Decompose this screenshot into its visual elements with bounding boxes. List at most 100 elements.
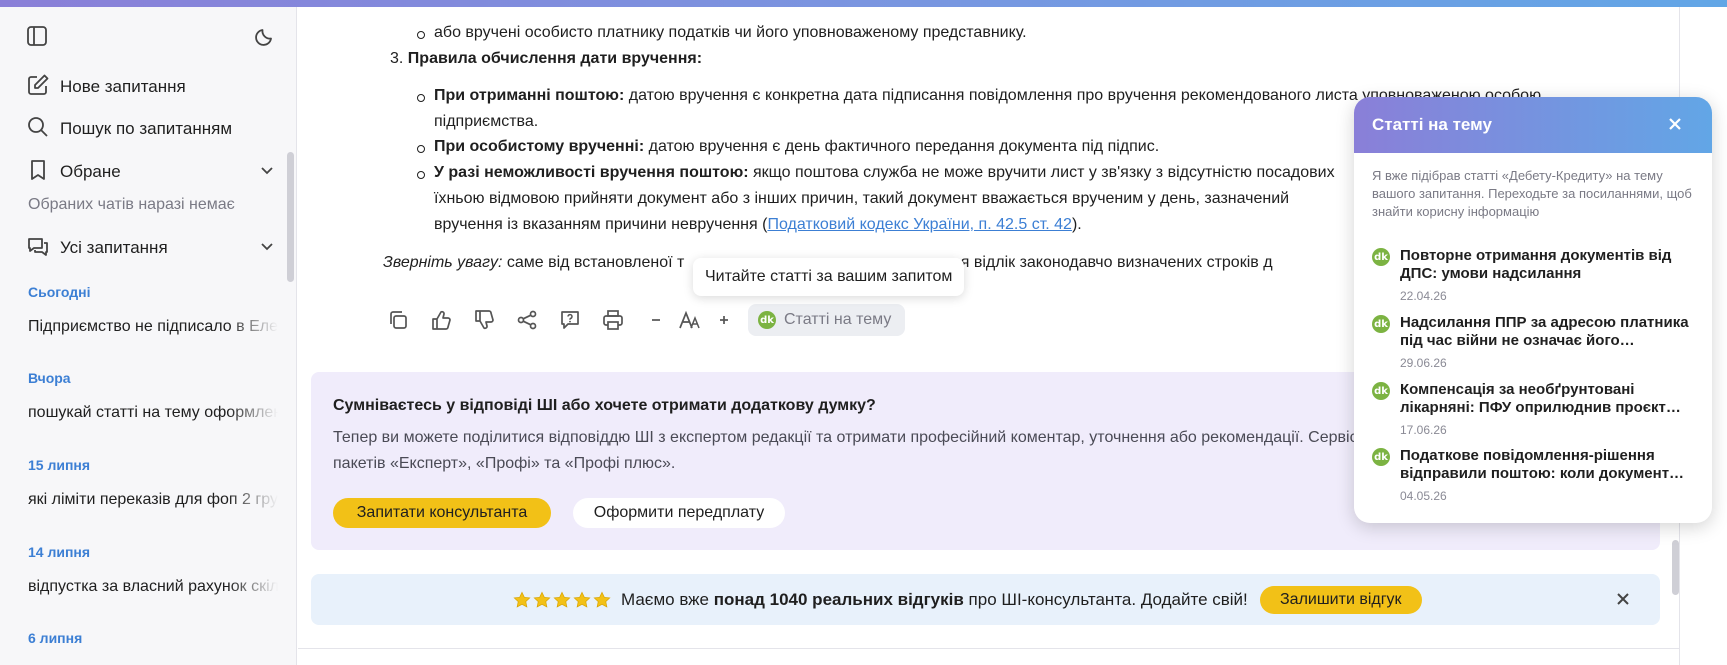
favorites-toggle[interactable]: Обране xyxy=(26,157,276,187)
dk-logo-icon: dk xyxy=(1372,315,1390,333)
bullet-undeliverable: У разі неможливості вручення поштою: якщ… xyxy=(417,164,1335,182)
top-accent-bar xyxy=(0,0,1727,7)
answer-toolbar: dk Статті на тему xyxy=(386,302,906,338)
bookmark-icon xyxy=(26,158,50,187)
bullet-text: датою вручення є день фактичного передан… xyxy=(644,138,1160,155)
review-banner: Маємо вже понад 1040 реальних відгуків п… xyxy=(311,574,1660,625)
all-requests-label: Усі запитання xyxy=(60,238,168,257)
bottom-divider xyxy=(298,648,1679,649)
sidebar-scrollbar[interactable] xyxy=(287,152,294,282)
bullet-personal: При особистому врученні: датою вручення … xyxy=(416,138,1160,156)
search-requests-button[interactable]: Пошук по запитанням xyxy=(26,114,276,144)
sidebar-toggle-icon[interactable] xyxy=(26,25,48,52)
print-icon[interactable] xyxy=(601,308,625,332)
dk-logo-icon: dk xyxy=(1372,248,1390,266)
ask-consultant-button[interactable]: Запитати консультанта xyxy=(333,498,551,528)
popup-title: Статті на тему xyxy=(1372,115,1492,134)
numbered-item-3: 3. Правила обчислення дати вручення: xyxy=(390,50,702,68)
item-title: Правила обчислення дати вручення: xyxy=(407,50,703,67)
chat-item[interactable]: пошукай статті на тему оформлення xyxy=(28,404,278,422)
group-label-july-14: 14 липня xyxy=(28,544,91,560)
chevron-down-icon xyxy=(258,237,276,260)
group-label-july-15: 15 липня xyxy=(28,457,91,473)
thumbs-down-icon[interactable] xyxy=(472,308,496,332)
review-content: Маємо вже понад 1040 реальних відгуків п… xyxy=(513,574,1422,625)
search-requests-label: Пошук по запитанням xyxy=(60,119,233,138)
review-text: Маємо вже понад 1040 реальних відгуків п… xyxy=(621,590,1248,610)
decrease-font-icon[interactable] xyxy=(644,308,668,332)
chat-item[interactable]: відпустка за власний рахунок скільки дні… xyxy=(28,578,278,596)
text-post-link: ). xyxy=(1071,216,1082,233)
leave-review-button[interactable]: Залишити відгук xyxy=(1259,585,1422,614)
article-title[interactable]: Податкове повідомлення-рішення відправил… xyxy=(1400,447,1697,483)
article-date: 04.05.26 xyxy=(1400,489,1447,503)
chat-item[interactable]: які ліміти переказів для фоп 2 групи xyxy=(28,491,278,509)
star-icon xyxy=(513,591,531,608)
star-icon xyxy=(533,591,551,608)
bullet-continuation: підприємства. xyxy=(434,113,539,130)
review-text-pre: Маємо вже xyxy=(621,589,714,609)
tax-code-link[interactable]: Податковий кодекс України, п. 42.5 ст. 4… xyxy=(767,216,1071,233)
chevron-down-icon xyxy=(258,161,276,184)
bullet-bold: При особистому врученні: xyxy=(434,138,645,155)
popup-header: Статті на тему xyxy=(1354,97,1712,153)
item-number: 3. xyxy=(390,50,404,67)
dk-logo-icon: dk xyxy=(758,311,776,329)
article-date: 29.06.26 xyxy=(1400,356,1447,370)
bullet-bold: У разі неможливості вручення поштою: xyxy=(434,164,749,181)
note-line-continued: ається відлік законодавчо визначених стр… xyxy=(920,254,1273,271)
subscribe-button[interactable]: Оформити передплату xyxy=(573,498,785,528)
share-icon[interactable] xyxy=(515,308,539,332)
tooltip: Читайте статті за вашим запитом xyxy=(693,258,965,296)
thumbs-up-icon[interactable] xyxy=(429,308,453,332)
chat-item[interactable]: Підприємство не підписало в Електронному… xyxy=(28,318,278,336)
article-title[interactable]: Компенсація за необґрунтовані лікарняні:… xyxy=(1400,381,1697,417)
star-icon xyxy=(553,591,571,608)
article-date: 22.04.26 xyxy=(1400,289,1447,303)
note-text: саме від встановленої т xyxy=(502,254,685,271)
all-requests-toggle[interactable]: Усі запитання xyxy=(26,233,276,263)
new-request-button[interactable]: Нове запитання xyxy=(26,72,276,102)
review-text-bold: понад 1040 реальних відгуків xyxy=(713,589,964,609)
article-date: 17.06.26 xyxy=(1400,423,1447,437)
topic-articles-button[interactable]: dk Статті на тему xyxy=(748,304,906,336)
main-scrollbar[interactable] xyxy=(1672,540,1679,595)
popup-intro: Я вже підібрав статті «Дебету-Кредиту» н… xyxy=(1372,168,1692,219)
increase-font-icon[interactable] xyxy=(712,308,736,332)
favorites-empty-text: Обраних чатів наразі немає xyxy=(28,196,235,213)
moon-icon[interactable] xyxy=(254,25,276,52)
edit-icon xyxy=(26,73,50,102)
group-label-today: Сьогодні xyxy=(28,284,91,300)
bullet-text: якщо поштова служба не може вручити лист… xyxy=(748,164,1335,181)
star-icon xyxy=(593,591,611,608)
copy-icon[interactable] xyxy=(386,308,410,332)
promo-text: Тепер ви можете поділитися відповіддю ШІ… xyxy=(333,429,1358,446)
topic-articles-popup: Статті на тему Я вже підібрав статті «Де… xyxy=(1354,97,1712,523)
question-bubble-icon[interactable] xyxy=(558,308,582,332)
close-icon[interactable] xyxy=(1666,115,1684,138)
bullet-continuation: їхньою відмовою прийняти документ або з … xyxy=(434,190,1290,207)
stars-rating xyxy=(513,591,611,609)
dk-logo-icon: dk xyxy=(1372,382,1390,400)
favorites-label: Обране xyxy=(60,162,121,181)
sidebar-top-row xyxy=(26,25,276,55)
topic-articles-label: Статті на тему xyxy=(784,311,892,328)
article-title[interactable]: Надсилання ППР за адресою платника під ч… xyxy=(1400,314,1697,350)
text-pre-link: вручення із вказанням причини невручення… xyxy=(434,216,768,233)
article-title[interactable]: Повторне отримання документів від ДПС: у… xyxy=(1400,247,1697,283)
star-icon xyxy=(573,591,591,608)
promo-title: Сумніваєтесь у відповіді ШІ або хочете о… xyxy=(333,397,876,414)
chat-bubbles-icon xyxy=(26,234,50,263)
search-icon xyxy=(26,115,50,144)
group-label-yesterday: Вчора xyxy=(28,370,71,386)
answer-line: або вручені особисто платнику податків ч… xyxy=(417,24,1027,41)
group-label-july-6: 6 липня xyxy=(28,630,83,646)
note-label: Зверніть увагу: xyxy=(383,254,503,271)
bullet-bold: При отриманні поштою: xyxy=(434,87,625,104)
dk-logo-icon: dk xyxy=(1372,448,1390,466)
review-text-post: про ШІ-консультанта. Додайте свій! xyxy=(963,589,1248,609)
new-request-label: Нове запитання xyxy=(60,77,186,96)
sidebar: Нове запитання Пошук по запитанням Обран… xyxy=(0,7,297,665)
close-icon[interactable] xyxy=(1614,590,1632,613)
bullet-continuation: вручення із вказанням причини невручення… xyxy=(434,216,1082,234)
